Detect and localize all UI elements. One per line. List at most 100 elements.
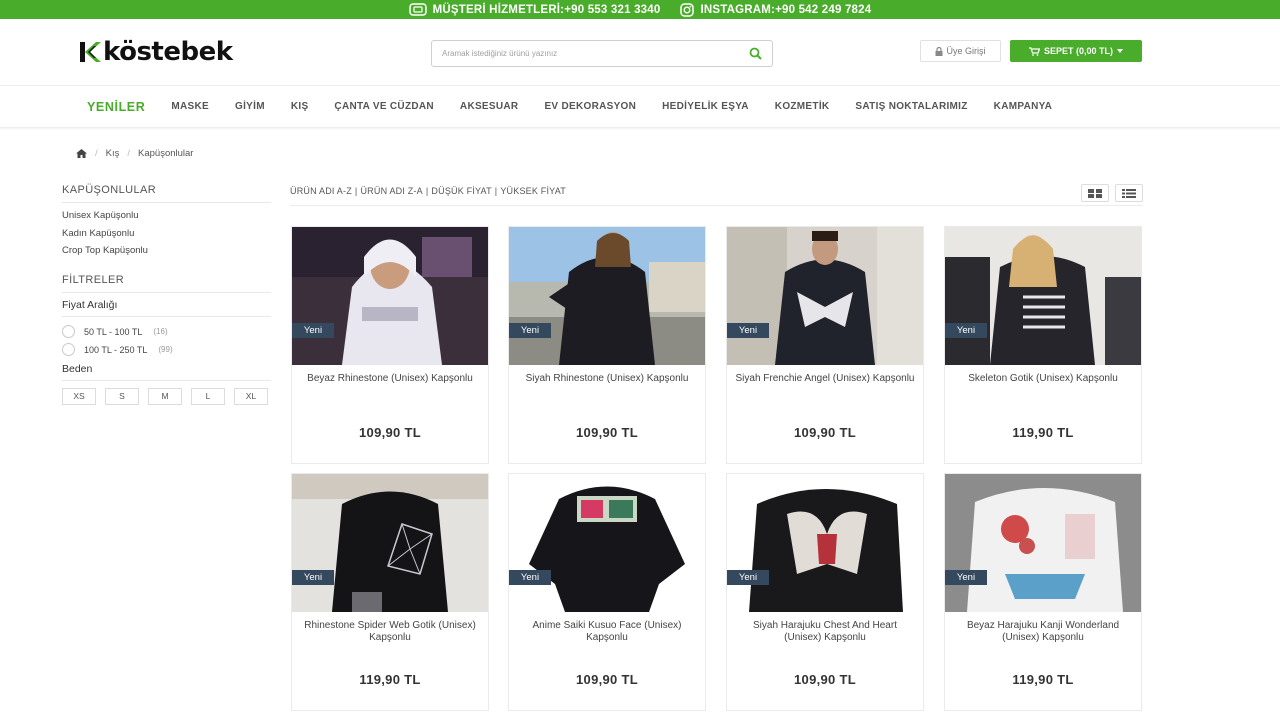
product-card[interactable]: Yeni Beyaz Harajuku Kanji Wonderland (Un… — [944, 473, 1142, 711]
category-item-unisex[interactable]: Unisex Kapüşonlu — [62, 207, 271, 225]
category-item-kadin[interactable]: Kadın Kapüşonlu — [62, 225, 271, 243]
grid-view-button[interactable] — [1081, 184, 1109, 202]
sort-price-desc[interactable]: YÜKSEK FİYAT — [500, 186, 566, 196]
product-name[interactable]: Beyaz Rhinestone (Unisex) Kapşonlu — [300, 373, 480, 385]
filters-title: FİLTRELER — [62, 274, 271, 293]
product-image[interactable] — [727, 227, 923, 365]
new-badge: Yeni — [945, 323, 987, 338]
product-card[interactable]: Yeni Rhinestone Spider Web Gotik (Unisex… — [291, 473, 489, 711]
sort-name-asc[interactable]: ÜRÜN ADI A-Z — [290, 186, 352, 196]
product-image[interactable] — [945, 474, 1141, 612]
product-price: 119,90 TL — [1012, 672, 1074, 687]
search-button[interactable] — [738, 41, 772, 66]
site-logo[interactable]: köstebek — [80, 36, 233, 68]
phone-icon — [408, 3, 427, 16]
product-price: 119,90 TL — [1012, 425, 1074, 440]
product-price: 109,90 TL — [794, 672, 856, 687]
search-icon — [749, 47, 762, 60]
size-options: XS S M L XL — [62, 387, 271, 405]
product-image[interactable] — [509, 474, 705, 612]
instagram-icon — [680, 2, 695, 17]
price-option-label: 50 TL - 100 TL — [84, 326, 143, 337]
nav-item-kampanya[interactable]: KAMPANYA — [994, 101, 1053, 112]
size-xs-button[interactable]: XS — [62, 387, 96, 405]
cart-icon — [1028, 46, 1040, 56]
nav-item-aksesuar[interactable]: AKSESUAR — [460, 101, 519, 112]
sort-separator: | — [354, 186, 358, 196]
product-image[interactable] — [292, 227, 488, 365]
logo-text: köstebek — [103, 37, 233, 67]
price-option-50-100[interactable]: 50 TL - 100 TL (16) — [62, 323, 271, 341]
nav-item-kis[interactable]: KIŞ — [291, 101, 309, 112]
home-icon[interactable] — [76, 149, 87, 158]
price-range-title: Fiyat Aralığı — [62, 299, 271, 317]
nav-item-kozmetik[interactable]: KOZMETİK — [775, 101, 830, 112]
nav-item-hediyelik-esya[interactable]: HEDİYELİK EŞYA — [662, 101, 749, 112]
breadcrumb: / Kış / Kapüşonlular — [76, 148, 193, 159]
product-name[interactable]: Rhinestone Spider Web Gotik (Unisex) Kap… — [300, 620, 480, 644]
nav-item-ev-dekorasyon[interactable]: EV DEKORASYON — [544, 101, 636, 112]
sort-separator: | — [494, 186, 498, 196]
product-card[interactable]: Yeni Siyah Rhinestone (Unisex) Kapşonlu … — [508, 226, 706, 464]
instagram-text: INSTAGRAM:+90 542 249 7824 — [700, 3, 872, 16]
product-image[interactable] — [727, 474, 923, 612]
price-option-count: (16) — [153, 327, 168, 336]
sort-separator: | — [425, 186, 429, 196]
size-l-button[interactable]: L — [191, 387, 225, 405]
list-view-button[interactable] — [1115, 184, 1143, 202]
breadcrumb-item-kis[interactable]: Kış — [106, 148, 120, 159]
nav-item-yeniler[interactable]: YENİLER — [87, 100, 145, 114]
product-image[interactable] — [292, 474, 488, 612]
product-name[interactable]: Siyah Frenchie Angel (Unisex) Kapşonlu — [735, 373, 915, 385]
product-card[interactable]: Yeni Skeleton Gotik (Unisex) Kapşonlu 11… — [944, 226, 1142, 464]
mole-logo-icon — [80, 42, 101, 62]
search-box[interactable] — [431, 40, 773, 67]
price-option-100-250[interactable]: 100 TL - 250 TL (99) — [62, 341, 271, 359]
product-name[interactable]: Siyah Harajuku Chest And Heart (Unisex) … — [735, 620, 915, 644]
customer-service-info: MÜŞTERİ HİZMETLERİ:+90 553 321 3340 — [408, 3, 661, 16]
product-name[interactable]: Beyaz Harajuku Kanji Wonderland (Unisex)… — [953, 620, 1133, 644]
product-name[interactable]: Siyah Rhinestone (Unisex) Kapşonlu — [517, 373, 697, 385]
nav-item-satis-noktalarimiz[interactable]: SATIŞ NOKTALARIMIZ — [855, 101, 967, 112]
sort-name-desc[interactable]: ÜRÜN ADI Z-A — [360, 186, 422, 196]
new-badge: Yeni — [727, 323, 769, 338]
new-badge: Yeni — [509, 570, 551, 585]
product-price: 109,90 TL — [359, 425, 421, 440]
size-m-button[interactable]: M — [148, 387, 182, 405]
main-navigation: YENİLER MASKE GİYİM KIŞ ÇANTA VE CÜZDAN … — [0, 86, 1280, 127]
sort-price-asc[interactable]: DÜŞÜK FİYAT — [431, 186, 491, 196]
nav-item-canta-ve-cuzdan[interactable]: ÇANTA VE CÜZDAN — [334, 101, 434, 112]
radio-button[interactable] — [62, 343, 75, 356]
product-card[interactable]: Yeni Siyah Frenchie Angel (Unisex) Kapşo… — [726, 226, 924, 464]
breadcrumb-separator: / — [127, 148, 131, 159]
price-option-count: (99) — [158, 345, 173, 354]
login-button[interactable]: Üye Girişi — [920, 40, 1001, 62]
category-item-crop-top[interactable]: Crop Top Kapüşonlu — [62, 242, 271, 260]
product-image[interactable] — [945, 227, 1141, 365]
login-label: Üye Girişi — [946, 46, 986, 56]
product-card[interactable]: Yeni Anime Saiki Kusuo Face (Unisex) Kap… — [508, 473, 706, 711]
cart-button[interactable]: SEPET (0,00 TL) — [1010, 40, 1142, 62]
product-name[interactable]: Anime Saiki Kusuo Face (Unisex) Kapşonlu — [517, 620, 697, 644]
nav-item-giyim[interactable]: GİYİM — [235, 101, 265, 112]
category-title: KAPÜŞONLULAR — [62, 184, 271, 203]
size-s-button[interactable]: S — [105, 387, 139, 405]
product-card[interactable]: Yeni Beyaz Rhinestone (Unisex) Kapşonlu … — [291, 226, 489, 464]
product-image[interactable] — [509, 227, 705, 365]
new-badge: Yeni — [509, 323, 551, 338]
customer-service-text: MÜŞTERİ HİZMETLERİ:+90 553 321 3340 — [432, 3, 661, 16]
size-xl-button[interactable]: XL — [234, 387, 268, 405]
search-input[interactable] — [432, 41, 738, 66]
grid-icon — [1088, 188, 1102, 198]
radio-button[interactable] — [62, 325, 75, 338]
sort-links: ÜRÜN ADI A-Z | ÜRÜN ADI Z-A | DÜŞÜK FİYA… — [290, 186, 566, 196]
product-price: 109,90 TL — [576, 672, 638, 687]
breadcrumb-item-kapusonlular[interactable]: Kapüşonlular — [138, 148, 193, 159]
new-badge: Yeni — [292, 570, 334, 585]
product-name[interactable]: Skeleton Gotik (Unisex) Kapşonlu — [953, 373, 1133, 385]
product-card[interactable]: Yeni Siyah Harajuku Chest And Heart (Uni… — [726, 473, 924, 711]
chevron-down-icon — [1117, 49, 1124, 53]
breadcrumb-separator: / — [95, 148, 98, 159]
instagram-info: INSTAGRAM:+90 542 249 7824 — [680, 2, 872, 17]
nav-item-maske[interactable]: MASKE — [171, 101, 209, 112]
